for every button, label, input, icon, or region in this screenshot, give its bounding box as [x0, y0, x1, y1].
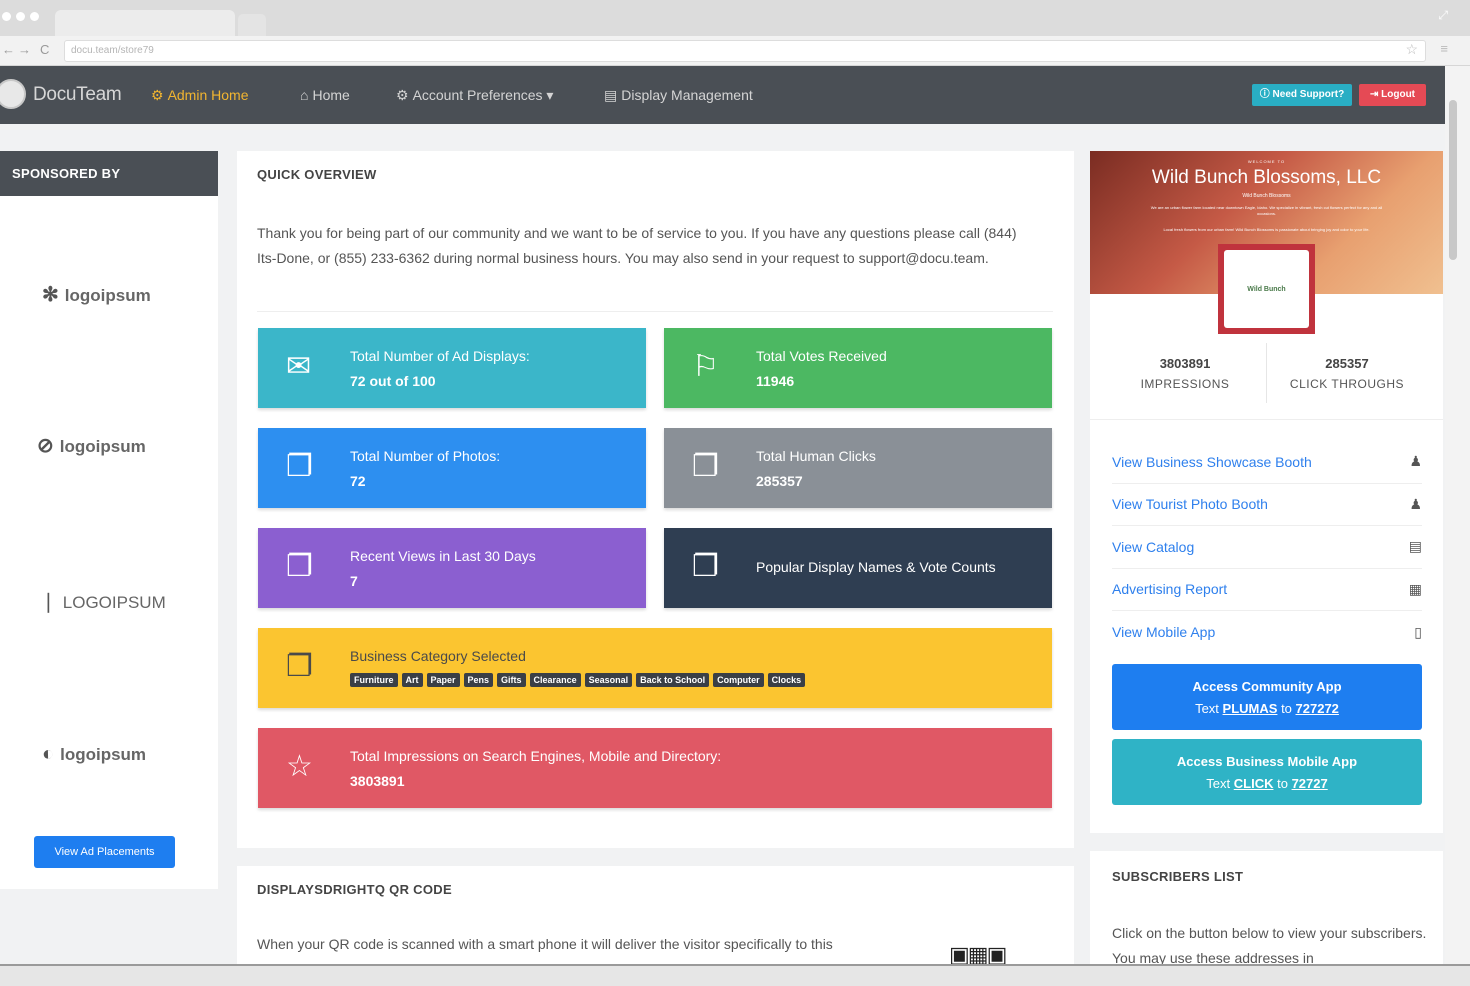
click-throughs-stat: 285357 CLICK THROUGHS: [1289, 356, 1405, 391]
tile-ad-displays[interactable]: ✉ Total Number of Ad Displays: 72 out of…: [258, 328, 646, 408]
view-ad-placements-button[interactable]: View Ad Placements: [34, 836, 175, 868]
scrollbar-thumb[interactable]: [1449, 100, 1457, 260]
qr-code-card: DISPLAYSDRIGHTQ QR CODE When your QR cod…: [237, 866, 1074, 967]
business-profile-card: WELCOME TO Wild Bunch Blossoms, LLC Wild…: [1090, 151, 1443, 833]
window-minimize-dot[interactable]: [16, 12, 25, 21]
copy-icon: ❐: [286, 550, 313, 583]
sponsor-logo-4[interactable]: ◐ logoipsum: [42, 743, 146, 766]
cog-logo-icon: ✻: [42, 284, 59, 306]
logo-icon[interactable]: [0, 79, 26, 109]
category-tag: Gifts: [497, 673, 526, 687]
divider: [1090, 419, 1443, 420]
person-icon: ♟: [1409, 453, 1422, 470]
link-view-tourist-photo-booth[interactable]: View Tourist Photo Booth ♟: [1112, 484, 1422, 526]
divider: [257, 311, 1053, 312]
chart-icon: ▦: [1408, 580, 1422, 597]
nav-home[interactable]: ⌂ Home: [300, 87, 350, 103]
sponsor-logo-2[interactable]: ⊘ logoipsum: [37, 433, 146, 458]
link-advertising-report[interactable]: Advertising Report ▦: [1112, 569, 1422, 611]
person-icon: ♟: [1409, 495, 1422, 512]
link-view-catalog[interactable]: View Catalog ▤: [1112, 526, 1422, 569]
category-tag: Clearance: [529, 673, 581, 687]
catalog-icon: ▤: [1408, 538, 1422, 555]
tile-photos[interactable]: ❐ Total Number of Photos: 72: [258, 428, 646, 508]
archive-icon: ▤: [604, 87, 618, 103]
sponsor-logo-3[interactable]: ❘ LOGOIPSUM: [40, 589, 166, 614]
impressions-stat: 3803891 IMPRESSIONS: [1140, 356, 1230, 391]
need-support-button[interactable]: ⓘ Need Support?: [1252, 84, 1352, 106]
link-view-business-showcase[interactable]: View Business Showcase Booth ♟: [1112, 441, 1422, 484]
category-tag: Art: [401, 673, 423, 687]
browser-tab[interactable]: [55, 10, 235, 36]
category-tags: Furniture Art Paper Pens Gifts Clearance…: [350, 673, 806, 687]
category-tag: Paper: [426, 673, 460, 687]
access-community-app-button[interactable]: Access Community App Text PLUMAS to 7272…: [1112, 664, 1422, 730]
fullscreen-icon[interactable]: ⤢: [1438, 8, 1448, 23]
browser-titlebar: ⤢: [0, 0, 1470, 36]
tile-recent-views[interactable]: ❐ Recent Views in Last 30 Days 7: [258, 528, 646, 608]
subscribers-heading: SUBSCRIBERS LIST: [1112, 869, 1244, 884]
tile-popular-display-names[interactable]: ❐ Popular Display Names & Vote Counts: [664, 528, 1052, 608]
overview-paragraph: Thank you for being part of our communit…: [257, 225, 1017, 266]
copy-icon: ❐: [692, 450, 719, 483]
window-zoom-dot[interactable]: [30, 12, 39, 21]
half-circle-logo-icon: ◐: [42, 743, 55, 765]
new-tab-button[interactable]: [238, 14, 266, 36]
access-business-app-button[interactable]: Access Business Mobile App Text CLICK to…: [1112, 739, 1422, 805]
nav-admin-home[interactable]: ⚙ Admin Home: [151, 87, 248, 104]
reload-icon[interactable]: C: [40, 42, 49, 57]
settings-icon: ⚙: [396, 87, 409, 103]
quick-overview-heading: QUICK OVERVIEW: [257, 167, 377, 182]
quick-overview-card: QUICK OVERVIEW Thank you for being part …: [237, 151, 1074, 848]
sponsored-panel: SPONSORED BY ✻ logoipsum ⊘ logoipsum ❘ LOGO…: [0, 151, 218, 889]
sponsored-heading: SPONSORED BY: [0, 151, 218, 196]
profile-links: View Business Showcase Booth ♟ View Touri…: [1112, 441, 1422, 654]
category-tag: Computer: [713, 673, 764, 687]
qr-paragraph: When your QR code is scanned with a smar…: [257, 936, 833, 952]
bookmark-star-icon[interactable]: ☆: [1405, 41, 1418, 58]
pin-logo-icon: ❘: [40, 591, 57, 613]
category-tag: Seasonal: [584, 673, 633, 687]
flag-icon: ⚐: [692, 350, 719, 383]
browser-menu-icon[interactable]: ≡: [1440, 41, 1448, 56]
business-name: Wild Bunch Blossoms, LLC: [1151, 167, 1382, 188]
category-tag: Back to School: [636, 673, 710, 687]
home-icon: ⌂: [300, 87, 309, 103]
category-tag: Clocks: [767, 673, 806, 687]
browser-toolbar: ← → C docu.team/store79 ☆ ≡: [0, 36, 1470, 66]
tile-total-impressions[interactable]: ☆ Total Impressions on Search Engines, M…: [258, 728, 1052, 808]
app-navbar: DocuTeam ⚙ Admin Home ⌂ Home ⚙ Account Pref…: [0, 66, 1445, 124]
envelope-icon: ✉: [286, 350, 312, 383]
nav-account-preferences[interactable]: ⚙ Account Preferences ▾: [396, 87, 553, 104]
tile-votes-received[interactable]: ⚐ Total Votes Received 11946: [664, 328, 1052, 408]
address-bar[interactable]: docu.team/store79: [64, 40, 1426, 62]
qr-code-heading: DISPLAYSDRIGHTQ QR CODE: [257, 882, 452, 897]
tile-business-category[interactable]: ❐ Business Category Selected Furniture A…: [258, 628, 1052, 708]
business-avatar[interactable]: Wild Bunch: [1218, 244, 1315, 334]
link-view-mobile-app[interactable]: View Mobile App ▯: [1112, 611, 1422, 654]
window-close-dot[interactable]: [2, 12, 11, 21]
nav-display-management[interactable]: ▤ Display Management: [604, 87, 753, 104]
sponsor-logo-1[interactable]: ✻ logoipsum: [42, 282, 151, 307]
mobile-icon: ▯: [1414, 623, 1422, 640]
star-icon: ☆: [286, 750, 313, 783]
window-bottom-edge: [0, 964, 1470, 986]
subscribers-card: SUBSCRIBERS LIST Click on the button bel…: [1090, 851, 1443, 966]
category-tag: Pens: [463, 673, 494, 687]
app-logo[interactable]: DocuTeam: [33, 84, 122, 106]
copy-icon: ❐: [692, 550, 719, 583]
gears-icon: ⚙: [151, 87, 164, 103]
back-icon[interactable]: ←: [2, 42, 15, 57]
logout-button[interactable]: ⇥ Logout: [1359, 84, 1426, 106]
forward-icon[interactable]: →: [18, 42, 31, 57]
copy-icon: ❐: [286, 450, 313, 483]
tile-human-clicks[interactable]: ❐ Total Human Clicks 285357: [664, 428, 1052, 508]
copy-icon: ❐: [286, 650, 313, 683]
circle-logo-icon: ⊘: [37, 435, 54, 457]
category-tag: Furniture: [350, 673, 398, 687]
